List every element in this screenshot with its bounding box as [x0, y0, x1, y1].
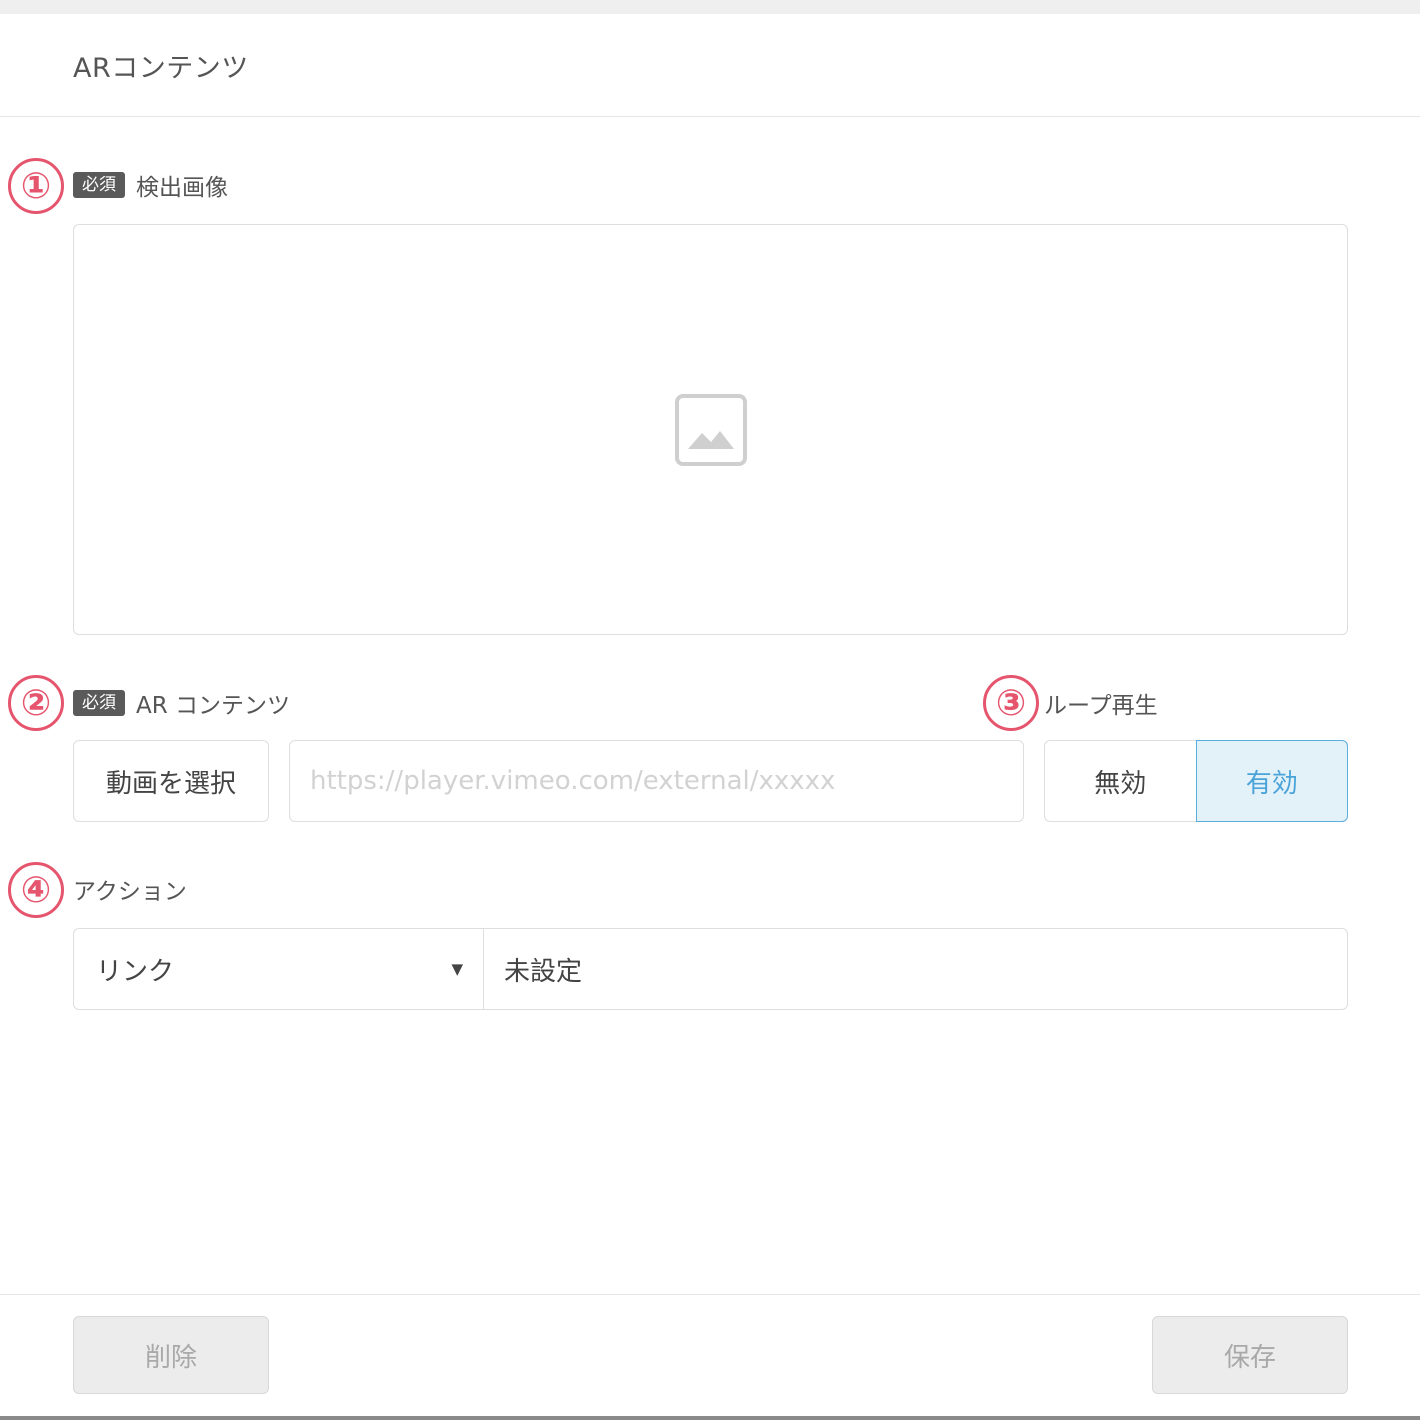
background-strip	[0, 1416, 1420, 1420]
marker-3: ③	[983, 675, 1039, 731]
ar-content-label: AR コンテンツ	[136, 693, 291, 719]
action-type-select[interactable]: リンク ▼	[74, 929, 484, 1009]
delete-button[interactable]: 削除	[73, 1316, 269, 1394]
caret-down-icon: ▼	[451, 960, 463, 978]
select-video-button[interactable]: 動画を選択	[73, 740, 269, 822]
action-value-text: 未設定	[504, 956, 583, 987]
image-placeholder-icon	[674, 393, 747, 466]
detect-image-dropzone[interactable]	[73, 224, 1348, 635]
detect-image-label-row: 必須 検出画像	[73, 170, 228, 201]
marker-4: ④	[8, 862, 64, 918]
loop-label-row: ループ再生	[1044, 688, 1158, 719]
loop-option-disabled[interactable]: 無効	[1044, 740, 1196, 822]
loop-label: ループ再生	[1044, 693, 1158, 719]
save-button[interactable]: 保存	[1152, 1316, 1348, 1394]
loop-option-enabled[interactable]: 有効	[1195, 740, 1348, 822]
marker-2: ②	[8, 675, 64, 731]
required-badge: 必須	[73, 172, 125, 198]
ar-content-dialog: ARコンテンツ ① 必須 検出画像 ② 必須 AR コンテンツ 動画を選択 ③ …	[0, 14, 1420, 1416]
dialog-header: ARコンテンツ	[0, 14, 1420, 117]
required-badge: 必須	[73, 690, 125, 716]
action-label-row: アクション	[73, 874, 187, 905]
action-type-value: リンク	[96, 956, 175, 987]
detect-image-label: 検出画像	[136, 175, 228, 201]
video-url-input[interactable]	[289, 740, 1024, 822]
dialog-title: ARコンテンツ	[73, 52, 249, 84]
ar-content-label-row: 必須 AR コンテンツ	[73, 688, 291, 719]
dialog-footer: 削除 保存	[0, 1294, 1420, 1416]
action-field: リンク ▼ 未設定	[73, 928, 1348, 1010]
loop-toggle: 無効 有効	[1044, 740, 1348, 822]
action-value-field[interactable]: 未設定	[484, 929, 1347, 1009]
marker-1: ①	[8, 158, 64, 214]
action-label: アクション	[73, 879, 187, 905]
